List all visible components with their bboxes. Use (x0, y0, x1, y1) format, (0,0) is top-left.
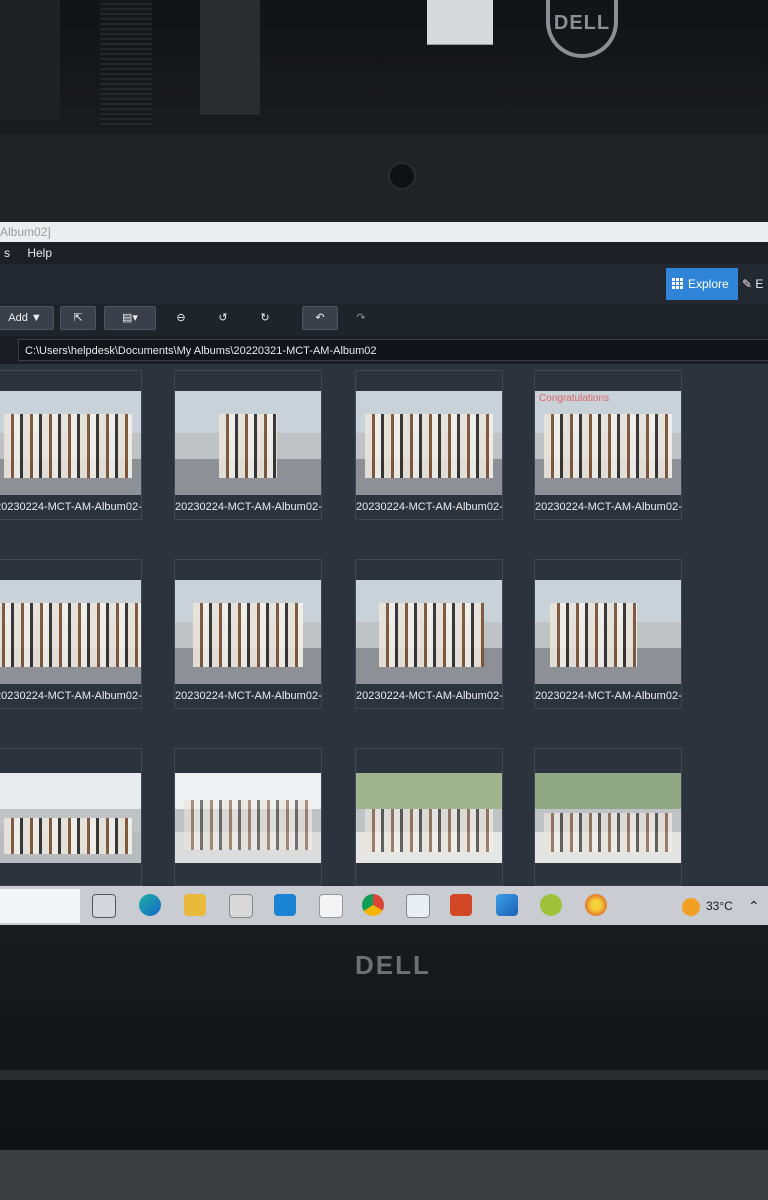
rotate-left-icon: ↺ (218, 312, 228, 324)
temperature: 33°C (706, 899, 733, 913)
path-bar: C:\Users\helpdesk\Documents\My Albums\20… (0, 336, 768, 364)
thumbnail-image (535, 580, 681, 684)
screen: Album02] s Help Explore ✎ E Add ▼ ⇱ ▤▾ ⊖… (0, 222, 768, 925)
rotate-right-button[interactable]: ↻ (252, 306, 278, 330)
picasa-icon[interactable] (585, 894, 607, 916)
new-item-button[interactable]: ▤▾ (104, 306, 156, 330)
thumbnail-tile[interactable] (0, 748, 142, 886)
thumbnail-caption: 20230224-MCT-AM-Album02- (356, 501, 503, 513)
thumbnail-tile[interactable]: 20230224-MCT-AM-Album02- (355, 559, 503, 709)
thumbnail-image (0, 391, 141, 495)
edit-label: E (755, 277, 764, 291)
thumbnail-image (356, 773, 502, 863)
thumbnail-tile[interactable]: 20230224-MCT-AM-Album02- (355, 370, 503, 520)
thumbnail-image (0, 580, 141, 684)
chrome-icon[interactable] (362, 894, 384, 916)
task-view-icon[interactable] (92, 894, 116, 918)
thumbnail-tile[interactable] (355, 748, 503, 886)
thumbnail-tile[interactable]: 20230224-MCT-AM-Album02- (0, 370, 142, 520)
explore-label: Explore (688, 277, 729, 291)
toolbar: Add ▼ ⇱ ▤▾ ⊖ ↺ ↻ ↶ ↷ (0, 304, 768, 336)
undo-button[interactable]: ↶ (302, 306, 338, 330)
sun-icon (682, 897, 700, 916)
thumbnail-caption: 20230224-MCT-AM-Album02- (535, 501, 682, 513)
taskbar: 33°C ⌃ (0, 886, 768, 925)
dark-object (0, 0, 60, 120)
taskbar-search-box[interactable] (0, 889, 80, 923)
thumbnail-image (175, 580, 321, 684)
export-button[interactable]: ⇱ (60, 306, 96, 330)
thumbnail-image (356, 580, 502, 684)
document-icon[interactable] (319, 894, 343, 918)
add-button[interactable]: Add ▼ (0, 306, 54, 330)
webcam (388, 162, 416, 190)
speaker-mesh (100, 0, 152, 125)
thumbnail-tile[interactable]: 20230224-MCT-AM-Album02- (0, 559, 142, 709)
grid-icon (672, 278, 684, 290)
remove-button[interactable]: ⊖ (168, 306, 194, 330)
add-label: Add ▼ (8, 312, 42, 324)
dell-lid-logo: DELL (546, 0, 618, 58)
notes-icon[interactable] (406, 894, 430, 918)
store-icon[interactable] (229, 894, 253, 918)
thumbnail-caption: 20230224-MCT-AM-Album02- (0, 501, 142, 513)
edge-icon[interactable] (139, 894, 161, 916)
edit-button[interactable]: ✎ E (742, 268, 768, 300)
minus-circle-icon: ⊖ (176, 312, 186, 324)
dell-bezel-logo: DELL (355, 950, 431, 980)
thumbnail-caption: 20230224-MCT-AM-Album02- (175, 501, 322, 513)
thumbnail-tile[interactable]: Congratulations 20230224-MCT-AM-Album02- (534, 370, 682, 520)
chevron-up-icon[interactable]: ⌃ (748, 894, 760, 918)
undo-icon: ↶ (315, 312, 325, 324)
thumbnail-image (175, 773, 321, 863)
window-title-bar: Album02] (0, 222, 768, 242)
mail-icon[interactable] (274, 894, 296, 916)
powerpoint-icon[interactable] (450, 894, 472, 916)
thumbnail-image (0, 773, 141, 863)
redo-icon: ↷ (356, 312, 366, 324)
congratulations-banner: Congratulations (539, 393, 610, 404)
menu-item-tools[interactable]: s (4, 246, 10, 260)
thumbnail-image: Congratulations (535, 391, 681, 495)
keyboard-edge (0, 1150, 768, 1200)
pencil-icon: ✎ (742, 277, 753, 291)
thumbnail-tile[interactable]: 20230224-MCT-AM-Album02- (534, 559, 682, 709)
label-sticker (427, 0, 493, 45)
thumbnail-image (175, 391, 321, 495)
thumbnail-tile[interactable] (534, 748, 682, 886)
document-dropdown-icon: ▤▾ (122, 312, 138, 324)
redo-button[interactable]: ↷ (348, 306, 374, 330)
mode-bar: Explore ✎ E (0, 264, 768, 304)
cable-bundle (200, 0, 260, 115)
thumbnail-tile[interactable] (174, 748, 322, 886)
thumbnail-caption: 20230224-MCT-AM-Album02- (0, 690, 142, 702)
thumbnail-caption: 20230224-MCT-AM-Album02- (175, 690, 322, 702)
app-icon[interactable] (540, 894, 562, 916)
thumbnail-caption: 20230224-MCT-AM-Album02- (535, 690, 682, 702)
photos-icon[interactable] (496, 894, 518, 916)
rotate-right-icon: ↻ (260, 312, 270, 324)
window-title: Album02] (0, 225, 51, 239)
weather-widget[interactable]: 33°C (682, 894, 733, 918)
thumbnail-image (356, 391, 502, 495)
thumbnail-tile[interactable]: 20230224-MCT-AM-Album02- (174, 370, 322, 520)
thumbnail-tile[interactable]: 20230224-MCT-AM-Album02- (174, 559, 322, 709)
thumbnail-caption: 20230224-MCT-AM-Album02- (356, 690, 503, 702)
laptop-hinge (0, 1070, 768, 1080)
thumbnail-image (535, 773, 681, 863)
path-input[interactable]: C:\Users\helpdesk\Documents\My Albums\20… (18, 339, 768, 361)
menu-item-help[interactable]: Help (27, 246, 52, 260)
export-icon: ⇱ (73, 312, 83, 324)
rotate-left-button[interactable]: ↺ (210, 306, 236, 330)
background-scene: DELL (0, 0, 768, 135)
thumbnail-grid: 20230224-MCT-AM-Album02- 20230224-MCT-AM… (0, 364, 768, 886)
explore-button[interactable]: Explore (666, 268, 738, 300)
menu-bar: s Help (0, 242, 768, 264)
file-explorer-icon[interactable] (184, 894, 206, 916)
